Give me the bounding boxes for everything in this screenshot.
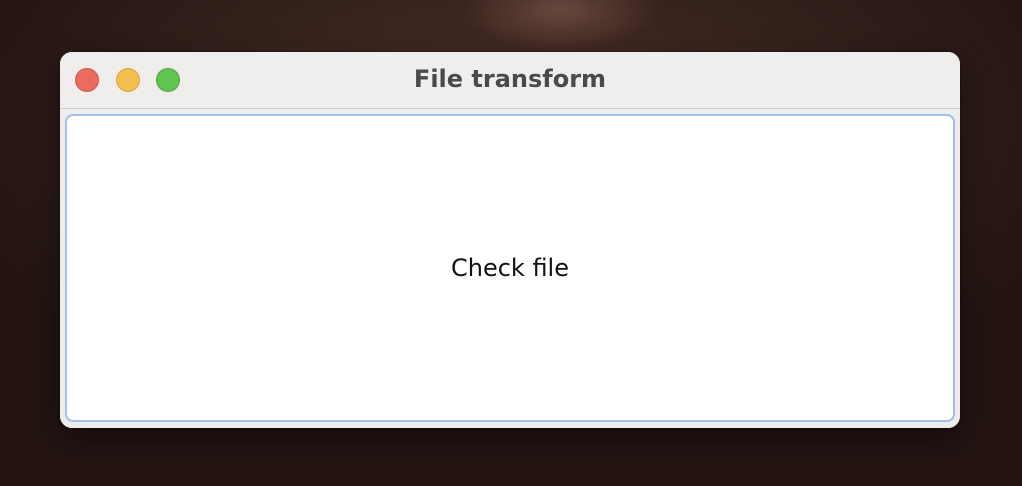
- check-file-button[interactable]: Check file: [65, 114, 955, 422]
- app-window: File transform Check file: [60, 52, 960, 428]
- check-file-button-label: Check file: [450, 254, 569, 282]
- window-title: File transform: [413, 65, 607, 93]
- title-bar[interactable]: File transform: [60, 52, 960, 109]
- window-content: Check file: [60, 109, 960, 428]
